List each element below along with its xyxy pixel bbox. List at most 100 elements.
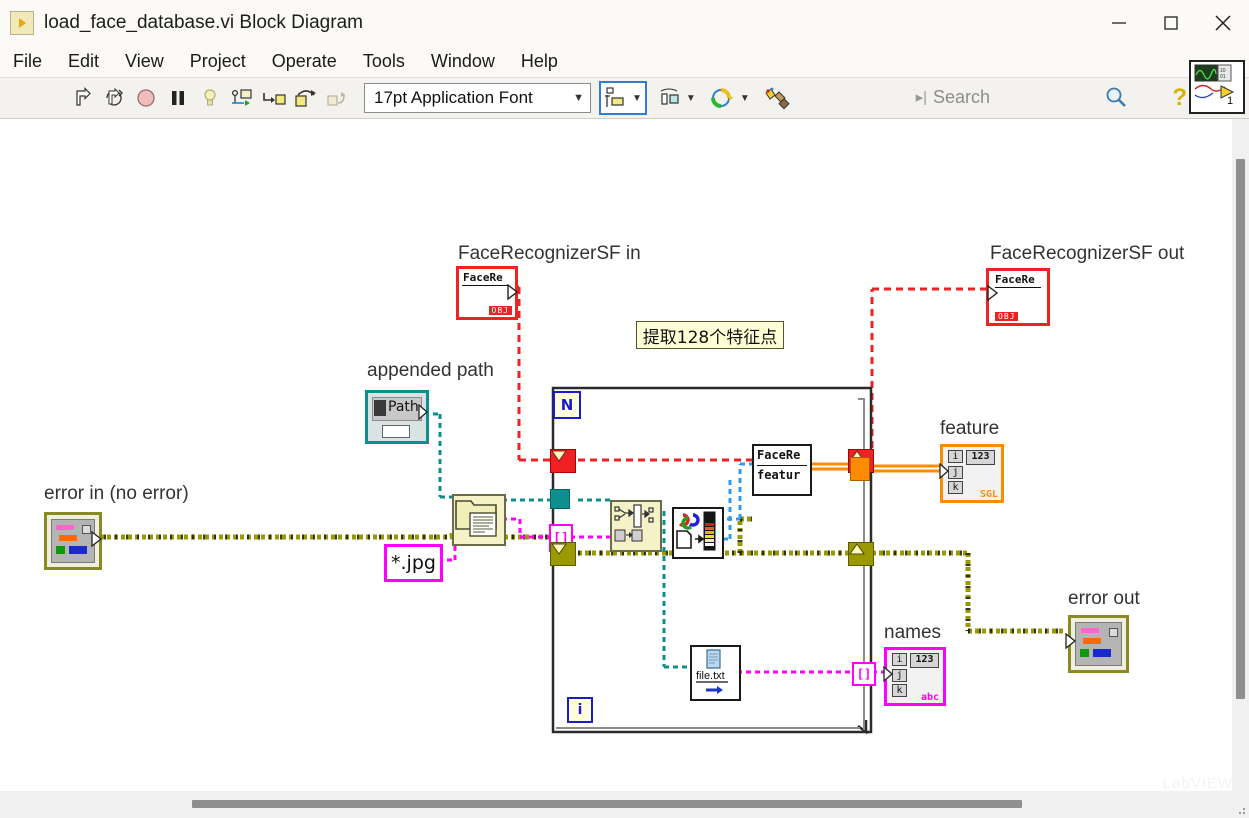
distribute-objects-button[interactable]: ▼ [655, 83, 699, 113]
feature-row-i: i [948, 450, 963, 463]
toolbar: 17pt Application Font ▼ ▼ ▼ ▼ ▸| Search … [0, 78, 1249, 119]
svg-text:01: 01 [1220, 74, 1226, 80]
for-loop-iteration-terminal[interactable]: i [567, 697, 593, 723]
jpg-constant[interactable]: *.jpg [384, 544, 443, 582]
step-into-icon[interactable] [260, 83, 288, 113]
run-arrow-icon[interactable] [68, 83, 96, 113]
file-text-node[interactable]: file.txt [690, 645, 741, 701]
abort-stop-icon[interactable] [132, 83, 160, 113]
minimize-button[interactable] [1093, 0, 1145, 45]
menu-item-tools[interactable]: Tools [350, 45, 418, 77]
menu-item-window[interactable]: Window [418, 45, 508, 77]
shift-register-left-error[interactable] [550, 542, 576, 566]
loop-input-tunnel-path[interactable] [550, 489, 570, 509]
feature-value: 123 [966, 450, 995, 465]
vertical-scrollbar[interactable] [1232, 119, 1249, 791]
maximize-button[interactable] [1145, 0, 1197, 45]
wire-layer [93, 285, 1063, 735]
error-wire-pattern [93, 516, 1063, 634]
shift-register-left-refnum[interactable] [550, 449, 576, 473]
menu-item-project[interactable]: Project [177, 45, 259, 77]
array-subset-node[interactable] [610, 500, 662, 552]
imread-color-icon [676, 511, 716, 551]
labview-vi-icon [10, 10, 34, 35]
refnum-wire [513, 285, 986, 462]
menu-item-view[interactable]: View [112, 45, 177, 77]
appended-path-caption: Path [388, 399, 419, 415]
list-folder-icon [455, 500, 497, 537]
feature-row-k: k [948, 481, 963, 494]
chevron-up-icon [849, 543, 865, 555]
names-indicator[interactable]: i j k 123 abc [883, 647, 946, 706]
iteration-terminal-label: i [577, 702, 583, 718]
face-recognizer-in-typetag: OBJ [488, 306, 512, 315]
font-select-value: 17pt Application Font [374, 88, 533, 107]
window-title: load_face_database.vi Block Diagram [44, 11, 363, 33]
lightbulb-icon[interactable] [196, 83, 224, 113]
error-wire [93, 516, 1063, 634]
count-terminal-label: N [560, 396, 574, 414]
comment-box[interactable]: 提取128个特征点 [636, 321, 784, 349]
error-out-terminal[interactable] [1065, 615, 1129, 673]
retain-wire-values-icon[interactable] [228, 83, 256, 113]
vertical-scrollbar-thumb[interactable] [1236, 159, 1245, 699]
search-divider-icon: ▸| [915, 89, 927, 106]
clean-up-diagram-icon[interactable] [763, 83, 791, 113]
face-recognizer-feature-node[interactable]: FaceRe featur [752, 444, 812, 496]
vi-icon-pane[interactable]: 10 01 1 [1189, 60, 1245, 114]
face-recognizer-in-terminal[interactable]: FaceRe OBJ [456, 266, 519, 320]
close-button[interactable] [1197, 0, 1249, 45]
list-folder-node[interactable] [452, 494, 506, 546]
horizontal-scrollbar-thumb[interactable] [192, 800, 1022, 808]
write-file-icon: file.txt [696, 649, 728, 694]
window-controls [1093, 0, 1249, 45]
chevron-down-icon [551, 450, 567, 462]
search-area: ▸| [916, 82, 1129, 112]
label-feature: feature [940, 418, 1000, 439]
array-index-icon [614, 504, 654, 542]
label-face-recognizer-out: FaceRecognizerSF out [990, 243, 1185, 264]
names-typetag: abc [920, 692, 939, 703]
label-appended-path: appended path [367, 360, 494, 381]
run-continuous-icon[interactable] [100, 83, 128, 113]
face-recognizer-out-terminal[interactable]: FaceRe OBJ [986, 268, 1050, 326]
search-input[interactable] [931, 85, 1085, 109]
font-select[interactable]: 17pt Application Font ▼ [364, 83, 591, 113]
comment-text: 提取128个特征点 [642, 327, 778, 348]
chevron-down-icon: ▼ [739, 92, 750, 104]
appended-path-terminal[interactable]: Path [365, 390, 429, 444]
terminal-arrow-icon [91, 531, 103, 548]
align-objects-button[interactable]: ▼ [599, 81, 647, 115]
resize-grip-icon[interactable] [1233, 802, 1247, 816]
face-recognizer-out-caption: FaceRe [995, 273, 1041, 288]
block-diagram-canvas[interactable]: FaceRecognizerSF in FaceRe OBJ FaceRecog… [0, 119, 1232, 791]
svg-text:file.txt: file.txt [696, 670, 725, 682]
for-loop-count-terminal[interactable]: N [553, 391, 581, 419]
feature-indicator[interactable]: i j k 123 SGL [939, 444, 1004, 503]
shift-register-right-error[interactable] [848, 542, 874, 566]
terminal-arrow-icon [1065, 633, 1077, 650]
label-error-out: error out [1068, 588, 1140, 609]
reorder-objects-button[interactable]: ▼ [707, 83, 753, 113]
error-in-terminal[interactable] [44, 512, 103, 570]
chevron-down-icon: ▼ [632, 92, 642, 104]
menu-item-operate[interactable]: Operate [259, 45, 350, 77]
face-recognizer-in-caption: FaceRe [462, 271, 509, 286]
step-out-icon[interactable] [324, 83, 352, 113]
imread-node[interactable] [672, 507, 724, 559]
help-button[interactable]: ? [1172, 84, 1187, 112]
menu-item-edit[interactable]: Edit [55, 45, 112, 77]
names-tunnel-label: [] [856, 667, 872, 681]
menu-item-help[interactable]: Help [508, 45, 571, 77]
labview-block-diagram-window: load_face_database.vi Block Diagram File… [0, 0, 1249, 818]
step-over-icon[interactable] [292, 83, 320, 113]
svg-text:1: 1 [1227, 95, 1233, 107]
terminal-arrow-icon [987, 284, 999, 302]
chevron-down-icon: ▼ [685, 92, 696, 104]
search-icon[interactable] [1103, 84, 1129, 110]
horizontal-scrollbar[interactable] [0, 791, 1249, 818]
loop-output-tunnel-feature[interactable] [850, 457, 870, 481]
loop-output-tunnel-names[interactable]: [] [852, 662, 876, 686]
menu-item-file[interactable]: File [0, 45, 55, 77]
pause-icon[interactable] [164, 83, 192, 113]
